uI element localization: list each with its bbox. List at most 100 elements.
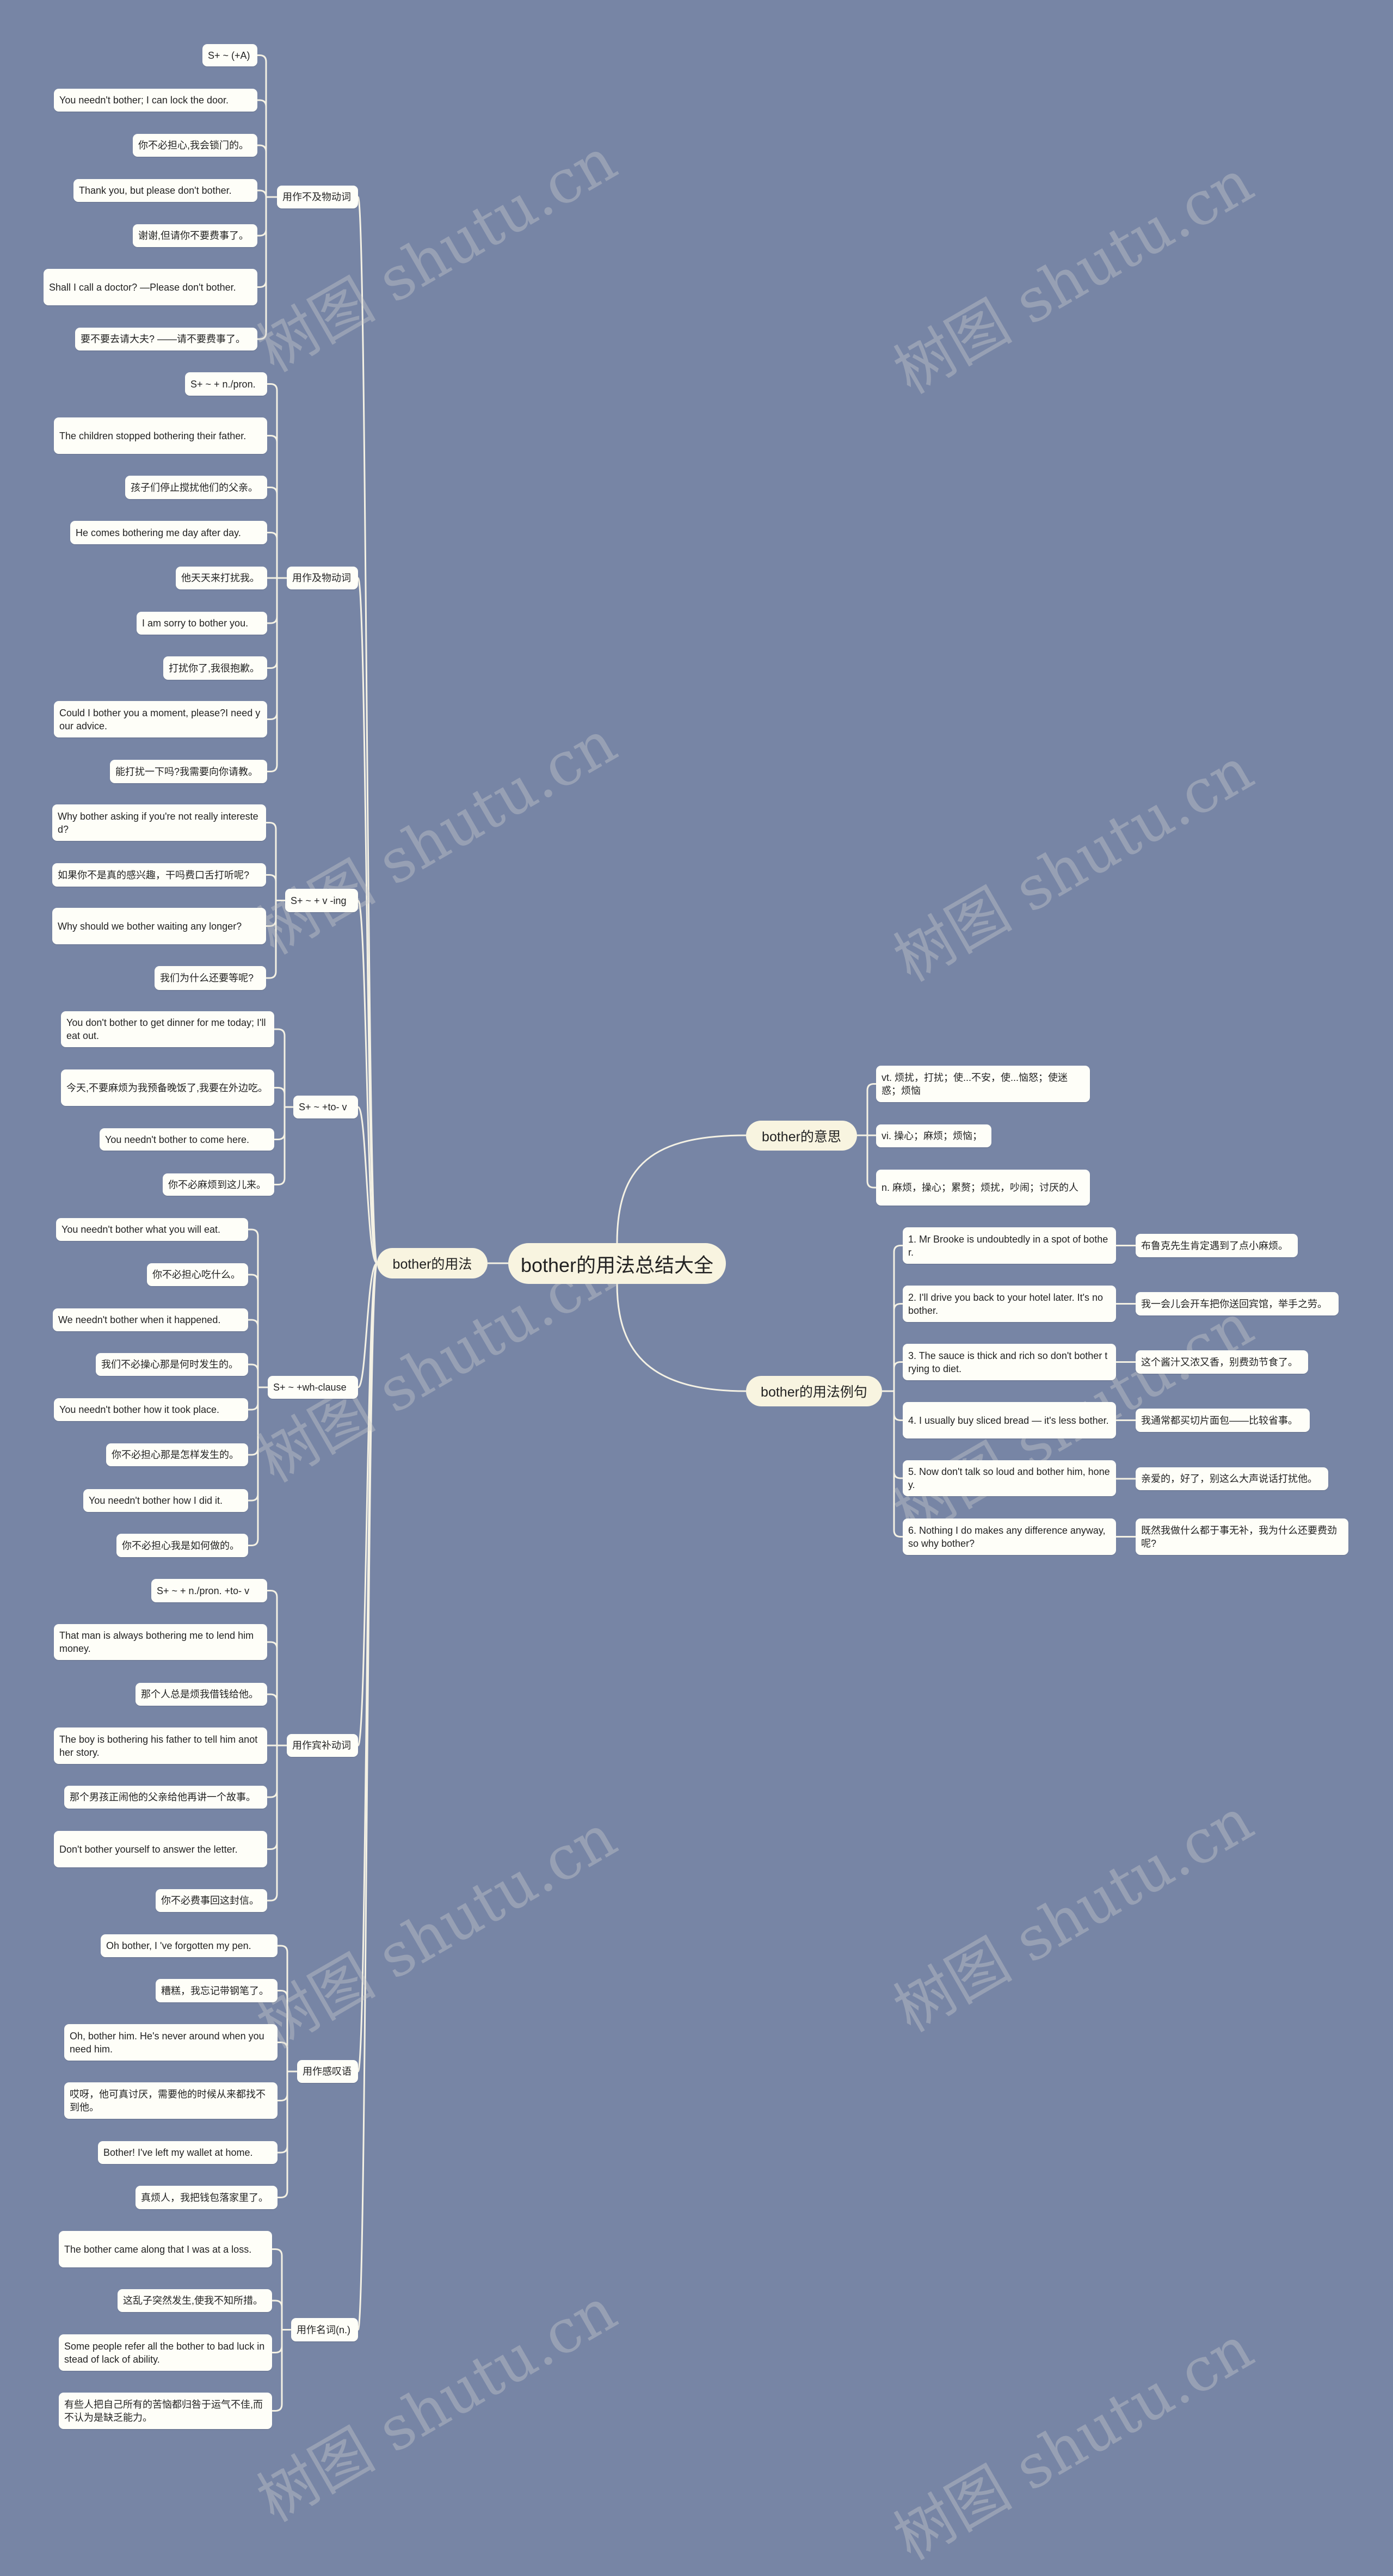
leaf-node[interactable]: Don't bother yourself to answer the lett… xyxy=(54,1831,267,1867)
leaf-node[interactable]: 谢谢,但请你不要费事了。 xyxy=(133,224,257,247)
leaf-node[interactable]: You needn't bother how I did it. xyxy=(83,1489,248,1512)
example-sentence[interactable]: 3. The sauce is thick and rich so don't … xyxy=(903,1344,1116,1380)
leaf-node[interactable]: 你不必麻烦到这儿来。 xyxy=(163,1173,274,1196)
meaning-node[interactable]: n. 麻烦，操心；累赘；烦扰，吵闹；讨厌的人 xyxy=(876,1170,1090,1206)
leaf-node[interactable]: 真烦人，我把钱包落家里了。 xyxy=(135,2186,278,2209)
leaf-node[interactable]: 你不必担心那是怎样发生的。 xyxy=(106,1443,248,1466)
leaf-node[interactable]: Thank you, but please don't bother. xyxy=(73,179,257,202)
group-to-leaf xyxy=(257,196,277,288)
leaf-node[interactable]: 你不必费事回这封信。 xyxy=(156,1889,267,1912)
leaf-node[interactable]: 哎呀，他可真讨厌，需要他的时候从来都找不到他。 xyxy=(64,2082,278,2119)
group-node-text: 用作及物动词 xyxy=(292,573,351,583)
leaf-node[interactable]: 你不必担心吃什么。 xyxy=(147,1263,248,1286)
group-node[interactable]: 用作宾补动词 xyxy=(287,1734,358,1757)
leaf-node[interactable]: 我们为什么还要等呢? xyxy=(155,966,266,990)
group-to-leaf xyxy=(272,2329,291,2412)
meaning-node[interactable]: vi. 操心；麻烦；烦恼； xyxy=(876,1124,991,1147)
group-node[interactable]: S+ ~ +wh-clause xyxy=(268,1376,358,1399)
leaf-node[interactable]: 如果你不是真的感兴趣，干吗费口舌打听呢? xyxy=(52,863,266,887)
leaf-node-text: Shall I call a doctor? —Please don't bot… xyxy=(49,281,236,293)
example-translation[interactable]: 既然我做什么都于事无补，我为什么还要费劲呢? xyxy=(1136,1518,1348,1555)
leaf-node[interactable]: You needn't bother how it took place. xyxy=(54,1398,248,1421)
leaf-node[interactable]: Some people refer all the bother to bad … xyxy=(59,2334,272,2371)
group-to-leaf xyxy=(257,99,277,198)
leaf-node[interactable]: Oh bother, I 've forgotten my pen. xyxy=(101,1934,278,1957)
group-node[interactable]: S+ ~ +to- v xyxy=(293,1096,358,1118)
example-translation-text: 我一会儿会开车把你送回宾馆，举手之劳。 xyxy=(1141,1298,1327,1309)
example-translation[interactable]: 我通常都买切片面包——比较省事。 xyxy=(1136,1409,1310,1432)
root-topic[interactable]: bother的用法总结大全 xyxy=(508,1243,726,1284)
leaf-node[interactable]: That man is always bothering me to lend … xyxy=(54,1624,267,1660)
leaf-node[interactable]: 你不必担心,我会锁门的。 xyxy=(133,134,257,157)
example-sentence[interactable]: 6. Nothing I do makes any difference any… xyxy=(903,1518,1116,1555)
example-sentence-text: 4. I usually buy sliced bread — it's les… xyxy=(908,1415,1109,1426)
example-sentence[interactable]: 1. Mr Brooke is undoubtedly in a spot of… xyxy=(903,1227,1116,1264)
leaf-node[interactable]: The boy is bothering his father to tell … xyxy=(54,1727,267,1764)
leaf-node[interactable]: S+ ~ (+A) xyxy=(202,44,257,66)
leaf-node-text: 你不必担心那是怎样发生的。 xyxy=(112,1449,239,1460)
leaf-node[interactable]: The children stopped bothering their fat… xyxy=(54,417,267,454)
example-sentence[interactable]: 4. I usually buy sliced bread — it's les… xyxy=(903,1402,1116,1438)
meaning-node-text: vt. 烦扰，打扰；使...不安，使...恼怒；使迷惑；烦恼 xyxy=(882,1072,1068,1096)
leaf-node[interactable]: 那个人总是烦我借钱给他。 xyxy=(135,1683,267,1706)
leaf-node[interactable]: 有些人把自己所有的苦恼都归咎于运气不佳,而不认为是缺乏能力。 xyxy=(59,2393,272,2429)
example-sentence[interactable]: 5. Now don't talk so loud and bother him… xyxy=(903,1460,1116,1496)
leaf-node[interactable]: S+ ~ + n./pron. xyxy=(185,372,267,396)
leaf-node[interactable]: 你不必担心我是如何做的。 xyxy=(116,1534,248,1557)
leaf-node[interactable]: 今天,不要麻烦为我预备晚饭了,我要在外边吃。 xyxy=(61,1069,274,1106)
leaf-node[interactable]: You don't bother to get dinner for me to… xyxy=(61,1011,274,1047)
meaning-node-text: n. 麻烦，操心；累赘；烦扰，吵闹；讨厌的人 xyxy=(882,1182,1079,1193)
group-to-leaf xyxy=(278,2070,297,2198)
leaf-node[interactable]: We needn't bother when it happened. xyxy=(53,1308,248,1331)
leaf-node[interactable]: You needn't bother what you will eat. xyxy=(56,1218,248,1241)
leaf-node[interactable]: 孩子们停止搅扰他们的父亲。 xyxy=(125,476,267,499)
leaf-node-text: 我们为什么还要等呢? xyxy=(160,973,254,983)
leaf-node[interactable]: 这乱子突然发生,使我不知所措。 xyxy=(118,2289,272,2312)
group-node[interactable]: 用作名词(n.) xyxy=(291,2318,358,2341)
leaf-node[interactable]: 糟糕，我忘记带钢笔了。 xyxy=(156,1979,278,2002)
branch-meaning[interactable]: bother的意思 xyxy=(746,1121,857,1151)
leaf-node-text: Could I bother you a moment, please?I ne… xyxy=(59,707,261,731)
example-translation[interactable]: 我一会儿会开车把你送回宾馆，举手之劳。 xyxy=(1136,1292,1339,1315)
group-node[interactable]: 用作感叹语 xyxy=(297,2060,358,2083)
leaf-node[interactable]: I am sorry to bother you. xyxy=(137,612,267,635)
leaf-node[interactable]: Bother! I've left my wallet at home. xyxy=(98,2141,278,2164)
leaf-node-text: He comes bothering me day after day. xyxy=(76,527,241,538)
leaf-node[interactable]: 要不要去请大夫? ——请不要费事了。 xyxy=(75,328,257,351)
leaf-node[interactable]: The bother came along that I was at a lo… xyxy=(59,2231,272,2267)
example-translation[interactable]: 这个酱汁又浓又香，别费劲节食了。 xyxy=(1136,1350,1308,1374)
leaf-node[interactable]: Why bother asking if you're not really i… xyxy=(52,804,266,841)
leaf-node[interactable]: 我们不必操心那是何时发生的。 xyxy=(96,1353,248,1376)
group-to-leaf xyxy=(267,1744,287,1902)
branch-usage[interactable]: bother的用法 xyxy=(377,1248,488,1278)
leaf-node[interactable]: 打扰你了,我很抱歉。 xyxy=(163,656,267,680)
example-translation-text: 既然我做什么都于事无补，我为什么还要费劲呢? xyxy=(1141,1524,1337,1549)
meaning-node[interactable]: vt. 烦扰，打扰；使...不安，使...恼怒；使迷惑；烦恼 xyxy=(876,1066,1090,1102)
leaf-node[interactable]: Shall I call a doctor? —Please don't bot… xyxy=(44,269,257,305)
leaf-node[interactable]: You needn't bother to come here. xyxy=(100,1128,274,1151)
leaf-node[interactable]: 他天天来打扰我。 xyxy=(176,567,267,589)
branch-examples[interactable]: bother的用法例句 xyxy=(746,1376,882,1406)
leaf-node[interactable]: Why should we bother waiting any longer? xyxy=(52,908,266,944)
leaf-node-text: 要不要去请大夫? ——请不要费事了。 xyxy=(81,334,246,345)
leaf-node[interactable]: 那个男孩正闹他的父亲给他再讲一个故事。 xyxy=(64,1786,267,1809)
leaf-node[interactable]: 能打扰一下吗?我需要向你请教。 xyxy=(110,760,267,783)
group-to-leaf xyxy=(267,577,287,772)
leaf-node[interactable]: S+ ~ + n./pron. +to- v xyxy=(151,1579,267,1602)
group-node[interactable]: 用作不及物动词 xyxy=(277,186,358,208)
group-node[interactable]: S+ ~ + v -ing xyxy=(285,889,358,912)
leaf-node[interactable]: He comes bothering me day after day. xyxy=(70,521,267,544)
leaf-node-text: Oh, bother him. He's never around when y… xyxy=(70,2030,264,2055)
leaf-node[interactable]: Oh, bother him. He's never around when y… xyxy=(64,2024,278,2061)
leaf-node-text: The children stopped bothering their fat… xyxy=(59,430,246,441)
example-translation[interactable]: 布鲁克先生肯定遇到了点小麻烦。 xyxy=(1136,1234,1298,1257)
leaf-node-text: 你不必担心吃什么。 xyxy=(152,1269,241,1280)
leaf-node-text: Some people refer all the bother to bad … xyxy=(64,2340,265,2365)
example-translation[interactable]: 亲爱的，好了，别这么大声说话打扰他。 xyxy=(1136,1467,1328,1490)
leaf-node-text: I am sorry to bother you. xyxy=(142,618,249,629)
group-node-text: S+ ~ +to- v xyxy=(299,1102,347,1112)
leaf-node[interactable]: You needn't bother; I can lock the door. xyxy=(54,89,257,112)
example-sentence[interactable]: 2. I'll drive you back to your hotel lat… xyxy=(903,1286,1116,1322)
group-node[interactable]: 用作及物动词 xyxy=(287,567,358,589)
leaf-node[interactable]: Could I bother you a moment, please?I ne… xyxy=(54,701,267,737)
